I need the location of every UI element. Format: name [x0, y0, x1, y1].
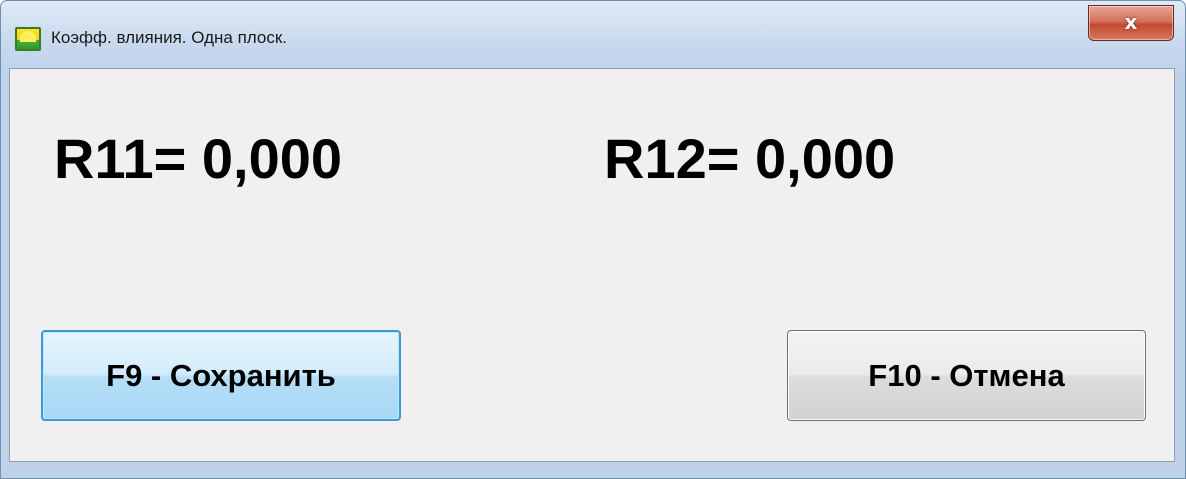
close-icon: x	[1124, 10, 1138, 34]
title-bar[interactable]: Коэфф. влияния. Одна плоск. x	[1, 1, 1185, 63]
window-title: Коэфф. влияния. Одна плоск.	[51, 28, 288, 47]
sun-icon	[20, 31, 36, 42]
close-button[interactable]: x	[1088, 5, 1174, 41]
r12-value: R12= 0,000	[604, 127, 896, 190]
dialog-window: Коэфф. влияния. Одна плоск. x R11= 0,000…	[0, 0, 1186, 479]
app-icon[interactable]	[15, 27, 41, 51]
dialog-client-area: R11= 0,000 R12= 0,000 F9 - Сохранить F10…	[9, 68, 1175, 462]
r11-value: R11= 0,000	[54, 127, 343, 190]
cancel-button[interactable]: F10 - Отмена	[787, 330, 1146, 421]
save-button[interactable]: F9 - Сохранить	[41, 330, 401, 421]
